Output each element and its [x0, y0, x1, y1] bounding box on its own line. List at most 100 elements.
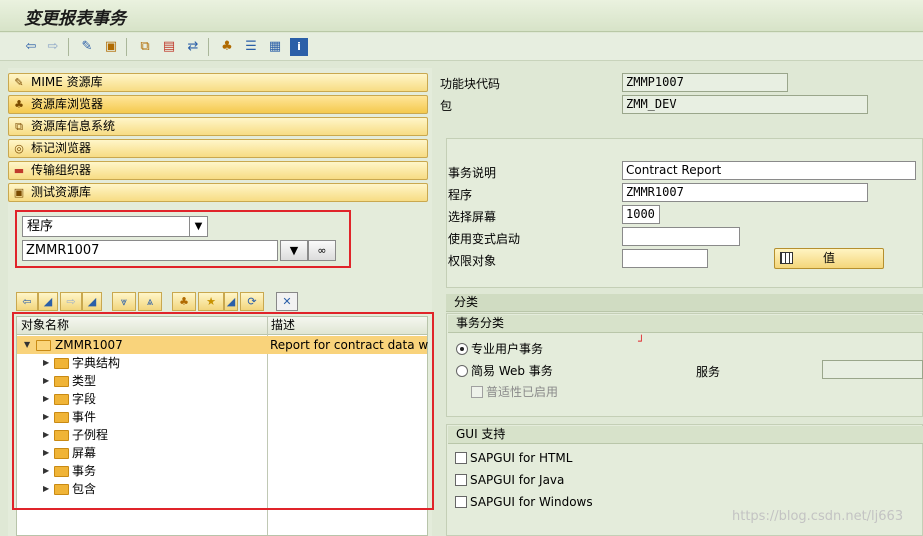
tree-forward-button[interactable]: ⇨ [60, 292, 82, 311]
close-icon: ✕ [282, 295, 292, 308]
hierarchy-icon[interactable]: ⧉ [136, 38, 154, 56]
category-header: 分类 [446, 294, 923, 312]
tree-forward-menu[interactable]: ◢ [82, 292, 102, 311]
forward-icon[interactable]: ⇨ [44, 38, 62, 56]
radio-web-transaction[interactable] [456, 365, 468, 377]
pervasive-checkbox [471, 386, 483, 398]
small-triangle-icon: ◢ [87, 295, 97, 308]
refresh-icon: ⟳ [247, 295, 257, 308]
values-button[interactable]: 值 [774, 248, 884, 269]
small-triangle-icon: ◢ [43, 295, 53, 308]
radio-pro-user[interactable] [456, 343, 468, 355]
highlight-box-tree [12, 312, 434, 510]
back-icon: ⇦ [22, 295, 32, 308]
small-triangle-icon: ◢ [226, 295, 236, 308]
object-type-value: 程序 [27, 219, 54, 234]
nav-test-repository[interactable]: ▣ 测试资源库 [8, 183, 428, 202]
display-button[interactable]: ∞ [308, 240, 336, 261]
hierarchy-icon: ♣ [179, 295, 189, 308]
gui-html-label: SAPGUI for HTML [470, 451, 573, 465]
screen-value: 1000 [626, 207, 655, 221]
tree-icon[interactable]: ♣ [218, 38, 236, 56]
variant-input[interactable] [622, 227, 740, 246]
other-object-icon[interactable]: ▣ [102, 38, 120, 56]
table-icon [780, 252, 793, 264]
service-field [822, 360, 923, 379]
nav-label: 资源库信息系统 [31, 119, 116, 133]
toolbar-separator [68, 38, 69, 56]
nav-label: MIME 资源库 [31, 75, 103, 89]
display-object-icon[interactable]: ▤ [160, 38, 178, 56]
toolbar-separator [208, 38, 209, 56]
object-dropdown-button[interactable]: ▼ [280, 240, 308, 261]
program-value: ZMMR1007 [626, 185, 684, 199]
object-name-input[interactable]: ZMMR1007 [22, 240, 278, 261]
func-code-field: ZMMP1007 [622, 73, 788, 92]
favorites-button[interactable]: ★ [198, 292, 224, 311]
info-system-icon: ⧉ [15, 120, 23, 133]
star-icon: ★ [206, 295, 216, 308]
gui-java-checkbox[interactable] [455, 474, 467, 486]
nav-label: 资源库浏览器 [31, 97, 104, 111]
screen-label: 选择屏幕 [448, 210, 497, 224]
gui-html-checkbox[interactable] [455, 452, 467, 464]
gui-java-label: SAPGUI for Java [470, 473, 565, 487]
glasses-icon: ∞ [317, 244, 327, 257]
collapse-button[interactable]: ⩔ [112, 292, 136, 311]
nav-transport-organizer[interactable]: ▬ 传输组织器 [8, 161, 428, 180]
nav-label: 标记浏览器 [31, 141, 92, 155]
gui-windows-checkbox[interactable] [455, 496, 467, 508]
program-input[interactable]: ZMMR1007 [622, 183, 868, 202]
service-label: 服务 [696, 365, 721, 379]
package-label: 包 [440, 99, 453, 113]
back-icon[interactable]: ⇦ [22, 38, 40, 56]
variant-label: 使用变式启动 [448, 232, 521, 246]
screen-input[interactable]: 1000 [622, 205, 660, 224]
nav-mime-repository[interactable]: ✎ MIME 资源库 [8, 73, 428, 92]
hierarchy-button[interactable]: ♣ [172, 292, 196, 311]
tx-category-title: 事务分类 [448, 315, 923, 333]
expand-icon: ⩓ [146, 295, 154, 308]
auth-label: 权限对象 [448, 254, 497, 268]
repository-browser-icon: ♣ [14, 98, 24, 111]
close-tree-button[interactable]: ✕ [276, 292, 298, 311]
radio-pro-user-label: 专业用户事务 [471, 342, 544, 356]
tree-back-menu[interactable]: ◢ [38, 292, 58, 311]
nav-tag-browser[interactable]: ◎ 标记浏览器 [8, 139, 428, 158]
auth-object-input[interactable] [622, 249, 708, 268]
triangle-down-icon: ▼ [289, 244, 299, 257]
where-used-icon[interactable]: ⇄ [184, 38, 202, 56]
program-label: 程序 [448, 188, 473, 202]
edit-icon[interactable]: ✎ [78, 38, 96, 56]
refresh-button[interactable]: ⟳ [240, 292, 264, 311]
nav-label: 传输组织器 [31, 163, 92, 177]
info-icon[interactable]: i [290, 38, 308, 56]
expand-button[interactable]: ⩓ [138, 292, 162, 311]
collapse-icon: ⩔ [120, 295, 128, 308]
title-bar: 变更报表事务 [0, 0, 923, 32]
field-marker: ┘ [638, 335, 645, 348]
tag-browser-icon: ◎ [14, 142, 24, 155]
func-code-value: ZMMP1007 [626, 75, 684, 89]
application-toolbar: ⇦ ⇨ ✎ ▣ ⧉ ▤ ⇄ ♣ ☰ ▦ i [0, 33, 923, 61]
favorites-menu[interactable]: ◢ [224, 292, 238, 311]
nav-info-system[interactable]: ⧉ 资源库信息系统 [8, 117, 428, 136]
forward-icon: ⇨ [66, 295, 76, 308]
gui-windows-label: SAPGUI for Windows [470, 495, 593, 509]
nav-repository-browser[interactable]: ♣ 资源库浏览器 [8, 95, 428, 114]
toolbar-separator [126, 38, 127, 56]
list-icon[interactable]: ☰ [242, 38, 260, 56]
object-type-dropdown[interactable]: 程序 ▼ [22, 216, 208, 237]
gui-support-title: GUI 支持 [448, 426, 923, 444]
pervasive-label: 普适性已启用 [486, 385, 559, 399]
transport-icon: ▬ [13, 164, 25, 177]
description-input[interactable]: Contract Report [622, 161, 916, 180]
test-repository-icon: ▣ [13, 186, 25, 199]
tree-back-button[interactable]: ⇦ [16, 292, 38, 311]
chevron-down-icon[interactable]: ▼ [189, 217, 207, 236]
package-value: ZMM_DEV [626, 97, 677, 111]
table-icon[interactable]: ▦ [266, 38, 284, 56]
watermark: https://blog.csdn.net/lj663 [732, 509, 904, 524]
radio-web-label: 简易 Web 事务 [471, 364, 553, 378]
page-title: 变更报表事务 [24, 9, 126, 29]
